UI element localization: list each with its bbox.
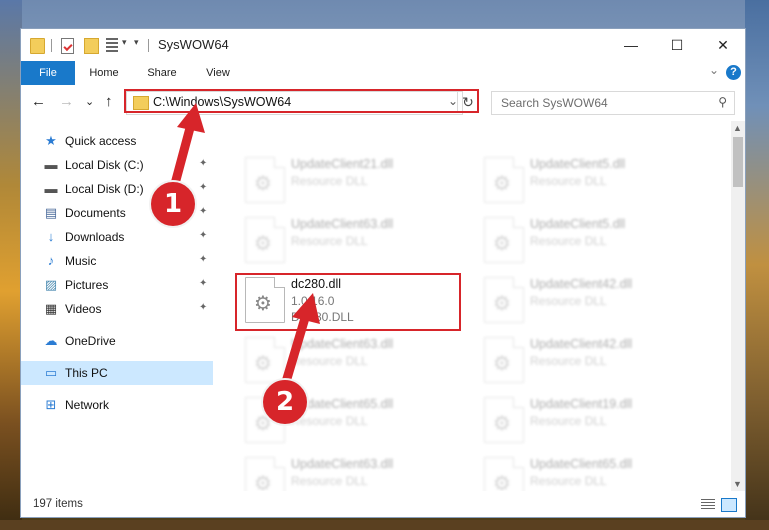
annotation-arrows [167,103,320,397]
arrow-2 [278,293,320,397]
step-badge-1: 1 [149,180,197,228]
step-badge-2: 2 [261,378,309,426]
